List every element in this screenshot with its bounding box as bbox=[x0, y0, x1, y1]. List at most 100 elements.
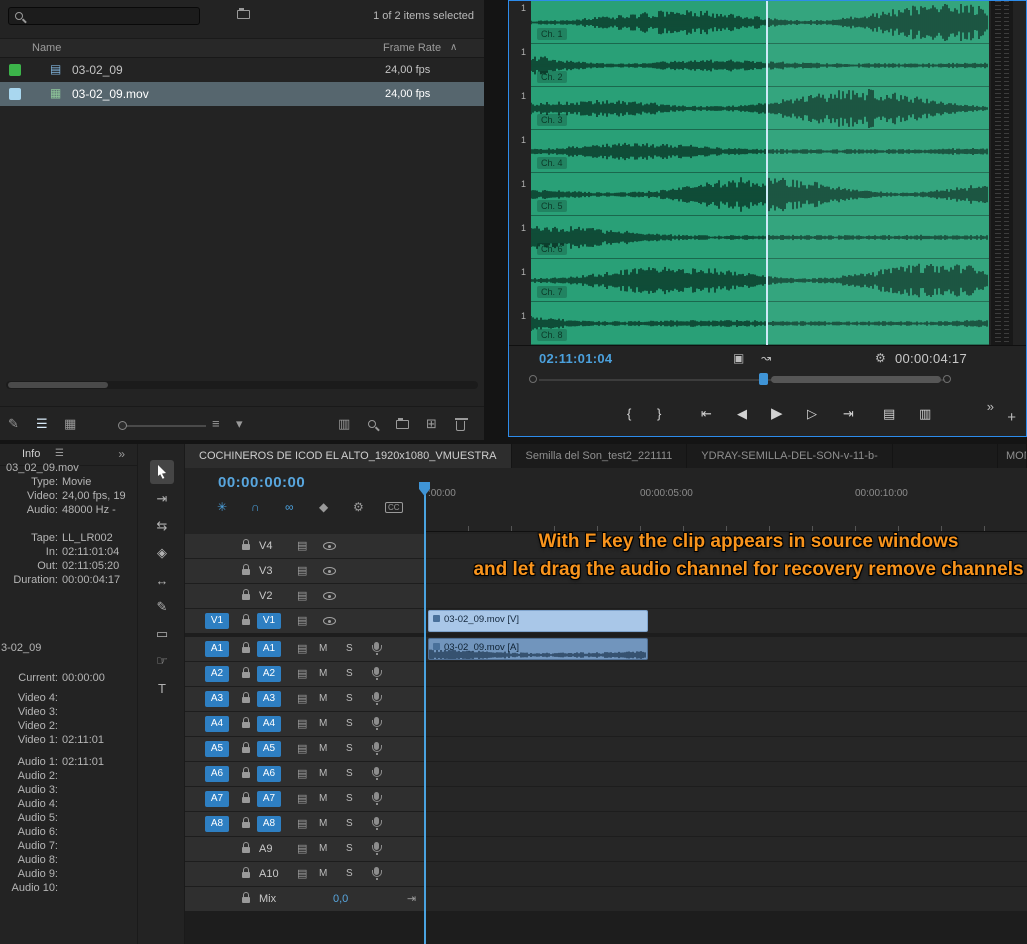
track-select-forward-tool[interactable]: ⇥ bbox=[150, 487, 174, 511]
source-patch[interactable]: A1 bbox=[205, 641, 229, 657]
zoom-out-dot[interactable] bbox=[529, 375, 537, 383]
audio-clip[interactable]: 03-02_09.mov [A] bbox=[428, 638, 648, 660]
add-marker-icon[interactable]: ◆ bbox=[319, 500, 328, 514]
column-frame-rate[interactable]: Frame Rate bbox=[383, 42, 441, 54]
column-name[interactable]: Name bbox=[32, 42, 61, 54]
track-target[interactable]: A2 bbox=[257, 666, 281, 682]
solo-button[interactable]: S bbox=[346, 668, 353, 679]
lock-icon[interactable] bbox=[242, 847, 250, 853]
source-patch[interactable] bbox=[205, 563, 229, 579]
razor-tool[interactable]: ◈ bbox=[150, 541, 174, 565]
track-target[interactable]: A9 bbox=[259, 843, 272, 855]
delete-icon[interactable] bbox=[456, 416, 465, 435]
solo-button[interactable]: S bbox=[346, 743, 353, 754]
voiceover-record-icon[interactable] bbox=[374, 767, 379, 775]
track-target[interactable]: A8 bbox=[257, 816, 281, 832]
source-patch[interactable] bbox=[205, 588, 229, 604]
voiceover-record-icon[interactable] bbox=[374, 742, 379, 750]
source-patch[interactable]: A4 bbox=[205, 716, 229, 732]
insert-button[interactable]: ▤ bbox=[883, 406, 895, 422]
video-clip[interactable]: 03-02_09.mov [V] bbox=[428, 610, 648, 632]
drag-video-icon[interactable]: ▣ bbox=[733, 351, 744, 365]
track-output-icon[interactable] bbox=[323, 542, 336, 550]
lock-icon[interactable] bbox=[242, 822, 250, 828]
lock-icon[interactable] bbox=[242, 647, 250, 653]
lock-icon[interactable] bbox=[242, 872, 250, 878]
read-only-icon[interactable]: ✎ bbox=[8, 416, 19, 432]
sync-lock-icon[interactable]: ▤ bbox=[297, 667, 307, 680]
solo-button[interactable]: S bbox=[346, 643, 353, 654]
pen-tool[interactable]: ✎ bbox=[150, 595, 174, 619]
sync-lock-icon[interactable]: ▤ bbox=[297, 867, 307, 880]
track-output-icon[interactable] bbox=[323, 592, 336, 600]
sort-direction-icon[interactable]: ∧ bbox=[450, 42, 457, 53]
sync-lock-icon[interactable]: ▤ bbox=[297, 792, 307, 805]
label-color-chip[interactable] bbox=[9, 88, 21, 100]
view-menu-icon[interactable]: ▾ bbox=[236, 416, 243, 432]
voiceover-record-icon[interactable] bbox=[374, 792, 379, 800]
track-output-icon[interactable] bbox=[323, 617, 336, 625]
label-color-chip[interactable] bbox=[9, 64, 21, 76]
voiceover-record-icon[interactable] bbox=[374, 692, 379, 700]
lock-icon[interactable] bbox=[242, 594, 250, 600]
track-target[interactable]: V1 bbox=[257, 613, 281, 629]
mute-button[interactable]: M bbox=[319, 668, 327, 679]
slip-tool[interactable]: ↔ bbox=[150, 568, 174, 592]
track-target[interactable]: V4 bbox=[259, 540, 272, 552]
mute-button[interactable]: M bbox=[319, 793, 327, 804]
sync-lock-icon[interactable]: ▤ bbox=[297, 564, 307, 577]
mute-button[interactable]: M bbox=[319, 868, 327, 879]
mark-in-button[interactable]: { bbox=[627, 406, 631, 421]
linked-selection-icon[interactable]: ∞ bbox=[285, 500, 294, 514]
source-patch[interactable]: A6 bbox=[205, 766, 229, 782]
track-output-icon[interactable] bbox=[323, 567, 336, 575]
voiceover-record-icon[interactable] bbox=[374, 667, 379, 675]
source-playhead-line[interactable] bbox=[766, 1, 768, 345]
lock-icon[interactable] bbox=[242, 569, 250, 575]
mute-button[interactable]: M bbox=[319, 718, 327, 729]
voiceover-record-icon[interactable] bbox=[374, 817, 379, 825]
type-tool[interactable]: T bbox=[150, 676, 174, 700]
sync-lock-icon[interactable]: ▤ bbox=[297, 589, 307, 602]
timeline-tab[interactable]: Semilla del Son_test2_221111 bbox=[512, 444, 688, 468]
track-target[interactable]: A5 bbox=[257, 741, 281, 757]
track-target[interactable]: A10 bbox=[259, 868, 279, 880]
source-patch[interactable] bbox=[205, 866, 229, 882]
voiceover-record-icon[interactable] bbox=[374, 842, 379, 850]
track-target[interactable]: A7 bbox=[257, 791, 281, 807]
lock-icon[interactable] bbox=[242, 672, 250, 678]
nest-icon[interactable]: ✳ bbox=[217, 500, 227, 514]
drag-audio-icon[interactable]: ↝ bbox=[761, 351, 771, 365]
sync-lock-icon[interactable]: ▤ bbox=[297, 742, 307, 755]
search-input[interactable] bbox=[29, 10, 179, 22]
sync-lock-icon[interactable]: ▤ bbox=[297, 817, 307, 830]
icon-view-icon[interactable]: ▦ bbox=[64, 416, 76, 432]
timeline-tab[interactable]: YDRAY-SEMILLA-DEL-SON-v-11-b- bbox=[687, 444, 892, 468]
mute-button[interactable]: M bbox=[319, 843, 327, 854]
solo-button[interactable]: S bbox=[346, 768, 353, 779]
voiceover-record-icon[interactable] bbox=[374, 717, 379, 725]
source-patch[interactable] bbox=[205, 538, 229, 554]
panel-menu-icon[interactable]: ☰ bbox=[55, 448, 64, 459]
sync-lock-icon[interactable]: ▤ bbox=[297, 614, 307, 627]
zoom-in-dot[interactable] bbox=[943, 375, 951, 383]
source-patch[interactable]: A2 bbox=[205, 666, 229, 682]
new-item-icon[interactable]: ⊞ bbox=[426, 416, 437, 432]
voiceover-record-icon[interactable] bbox=[374, 642, 379, 650]
source-patch[interactable]: A5 bbox=[205, 741, 229, 757]
source-patch[interactable]: A7 bbox=[205, 791, 229, 807]
source-patch[interactable]: A8 bbox=[205, 816, 229, 832]
lock-icon[interactable] bbox=[242, 697, 250, 703]
captions-icon[interactable]: CC bbox=[385, 502, 403, 513]
project-item-row[interactable]: ▦03-02_09.mov24,00 fps bbox=[0, 82, 484, 106]
go-to-in-button[interactable]: ⇤ bbox=[701, 406, 712, 422]
scrollbar-thumb[interactable] bbox=[8, 382, 108, 388]
next-keyframe-icon[interactable]: ⇥ bbox=[407, 892, 416, 905]
voiceover-record-icon[interactable] bbox=[374, 867, 379, 875]
lock-icon[interactable] bbox=[242, 797, 250, 803]
playhead-knob[interactable] bbox=[759, 373, 768, 385]
lock-icon[interactable] bbox=[242, 722, 250, 728]
rectangle-tool[interactable]: ▭ bbox=[150, 622, 174, 646]
tab-info[interactable]: Info bbox=[22, 448, 40, 460]
solo-button[interactable]: S bbox=[346, 793, 353, 804]
